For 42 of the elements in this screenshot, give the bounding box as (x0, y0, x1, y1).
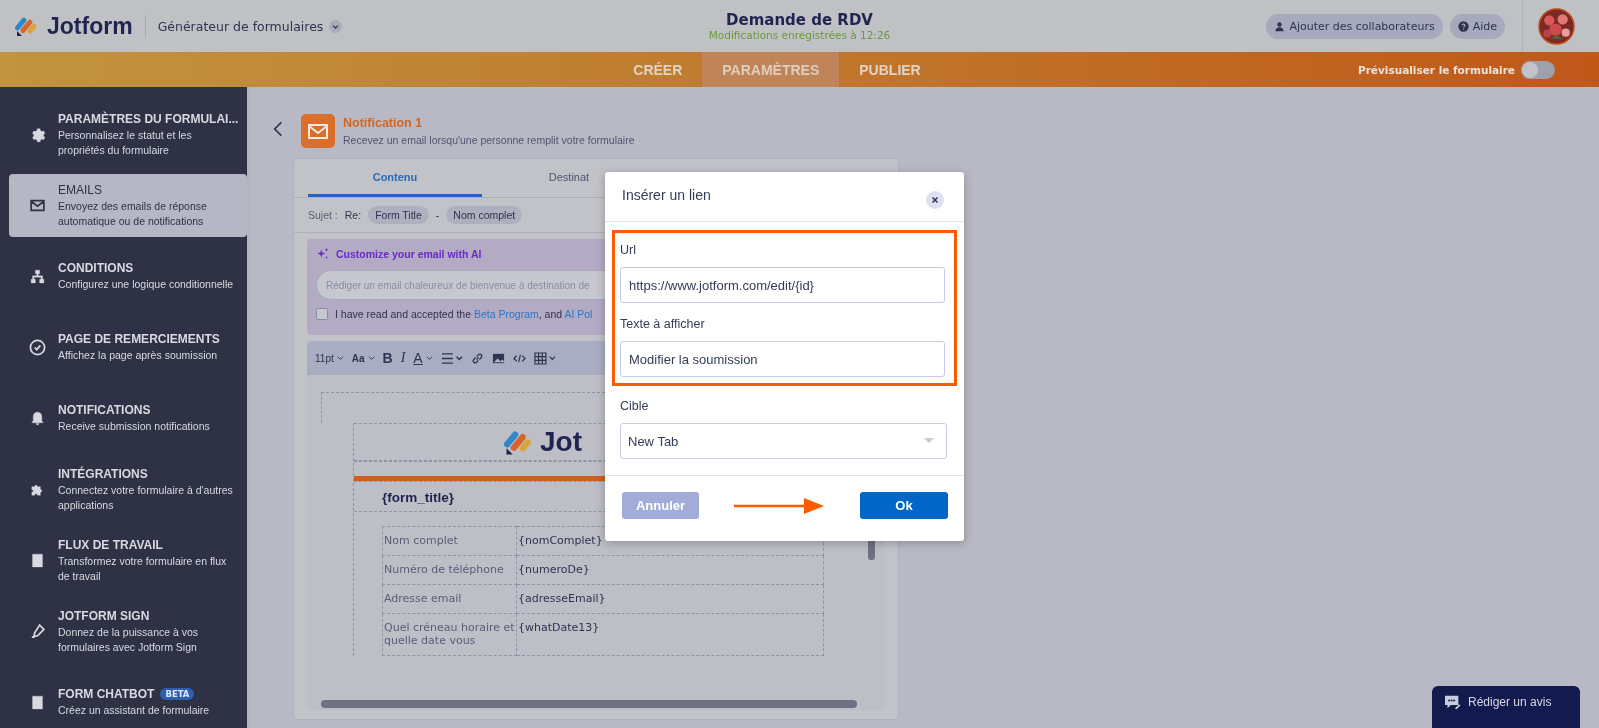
sidebar-item-description: Envoyez des emails de réponse automatique ou de notifications (58, 199, 208, 228)
table-cell: {whatDate13} (516, 613, 824, 656)
form-title: Demande de RDV (726, 11, 873, 29)
table-cell: Adresse email (382, 584, 517, 614)
dialog-title: Insérer un lien (622, 186, 711, 203)
sidebar-item-description: Connectez votre formulaire à d'autres applications (58, 483, 234, 512)
sidebar-item-description: Personnalisez le statut et les propriétés du formulaire (58, 128, 193, 157)
brand-name: Jotform (47, 12, 133, 40)
email-brand-name: Jot (540, 426, 582, 458)
field-label: Cible (620, 399, 650, 413)
sidebar-item-description: Donnez de la puissance à vos formulaires avec Jotform Sign (58, 625, 200, 654)
sidebar-item-title: CONDITIONS (58, 261, 134, 276)
sidebar-item-title: FORM CHATBOT (58, 687, 155, 702)
sidebar-item-title: FLUX DE TRAVAIL (58, 538, 163, 552)
field-label: Texte à afficher (620, 317, 706, 331)
ai-title: Customize your email with AI (336, 248, 482, 260)
subject-prefix: Re: (344, 209, 362, 221)
table-cell: Numéro de téléphone (382, 555, 517, 585)
sidebar-item-description: Transformez votre formulaire en flux de travail (58, 554, 228, 583)
sidebar-item-description: Créez un assistant de formulaire (58, 703, 210, 718)
subject-separator: - (435, 209, 440, 221)
notification-title: Notification 1 (343, 116, 424, 130)
table-cell: Nom complet (382, 526, 517, 556)
field-label: Url (620, 243, 637, 257)
subject-label: Sujet : (308, 209, 338, 221)
sidebar-item-title: EMAILS (58, 183, 102, 197)
preview-label: Prévisualiser le formulaire (1358, 63, 1515, 76)
sidebar-item-title: PAGE DE REMERCIEMENTS (58, 332, 220, 347)
sidebar-item-description: Receive submission notifications (58, 419, 210, 434)
table-cell: Quel créneau horaire et quelle date vous (382, 613, 517, 656)
table-cell: {numeroDe} (516, 555, 824, 585)
beta-badge: BETA (160, 688, 195, 701)
sidebar-item-title: INTÉGRATIONS (58, 467, 148, 481)
sidebar-item-description: Configurez une logique conditionnelle (58, 277, 234, 292)
sidebar-item-title: PARAMÈTRES DU FORMULAI... (58, 112, 239, 126)
notification-subtitle: Recevez un email lorsqu'une personne remplit votre formulaire (343, 134, 635, 146)
save-status: Modifications enregistrées à 12:26 (708, 29, 891, 41)
table-cell: {adresseEmail} (516, 584, 824, 614)
sidebar-item-description: Affichez la page après soumission (58, 348, 219, 363)
sidebar-item-title: JOTFORM SIGN (58, 609, 150, 623)
consent-text: I have read and accepted the Beta Program, and AI Pol (335, 308, 593, 320)
sidebar-item-title: NOTIFICATIONS (58, 403, 151, 418)
